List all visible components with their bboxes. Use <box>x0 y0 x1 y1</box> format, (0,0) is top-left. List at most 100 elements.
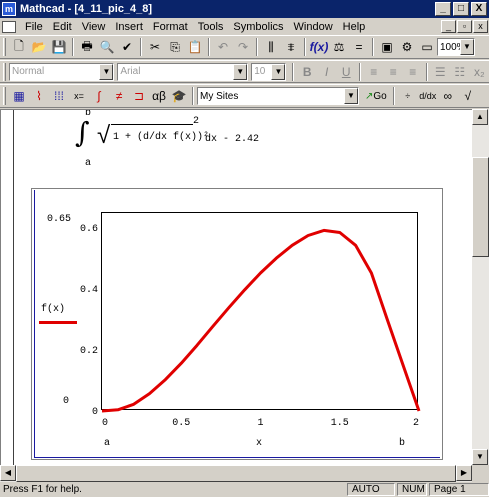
doc-restore-button[interactable]: ▫ <box>457 20 472 33</box>
document-icon[interactable] <box>2 20 16 33</box>
toolbar-grip[interactable] <box>3 62 6 81</box>
bullets-icon[interactable]: ☰ <box>431 62 451 82</box>
boolean-icon[interactable]: ≠ <box>109 86 129 106</box>
underline-button[interactable]: U <box>336 62 356 82</box>
menu-symbolics[interactable]: Symbolics <box>228 21 288 33</box>
doc-close-button[interactable]: x <box>473 20 488 33</box>
style-select[interactable]: Normal ▼ <box>8 62 115 81</box>
status-help-text: Press F1 for help. <box>3 484 82 495</box>
zoom-select[interactable]: 100% ▼ <box>437 38 475 56</box>
greek-icon[interactable]: αβ <box>149 86 169 106</box>
mathcad-app-icon[interactable]: m <box>2 2 16 16</box>
symbolic-icon[interactable]: 🎓 <box>169 86 189 106</box>
vertical-scroll-thumb[interactable] <box>472 157 489 257</box>
margin-ruler <box>13 110 14 465</box>
x-tick-label: 1 <box>257 418 263 429</box>
x-axis-label: x <box>256 438 263 449</box>
integral-tail: dx - 2.42 <box>205 134 260 145</box>
horizontal-scroll-thumb[interactable] <box>16 465 456 482</box>
go-button[interactable]: ↗ Go <box>362 91 390 102</box>
menu-format[interactable]: Format <box>148 21 193 33</box>
menu-view[interactable]: View <box>77 21 111 33</box>
insert-unit-icon[interactable]: ⚖ <box>329 37 349 57</box>
horizontal-scrollbar[interactable]: ◀ ▶ <box>0 465 472 482</box>
chevron-down-icon[interactable]: ▼ <box>99 63 114 80</box>
scroll-down-button[interactable]: ▼ <box>472 449 488 465</box>
scroll-right-button[interactable]: ▶ <box>456 465 472 481</box>
x-tick-label: 0.5 <box>172 418 190 429</box>
calculus-icon[interactable]: ∫ <box>89 86 109 106</box>
undo-icon[interactable]: ↶ <box>213 37 233 57</box>
vertical-scrollbar[interactable]: ▲ ▼ <box>472 109 489 465</box>
y-tick-label: 0.6 <box>80 224 98 235</box>
bold-button[interactable]: B <box>297 62 317 82</box>
worksheet[interactable]: b ∫ a √ 1 + (d/dx f(x))² 2 dx - 2.42 0.6… <box>0 109 472 465</box>
save-icon[interactable]: 💾 <box>49 37 69 57</box>
evaluation-icon[interactable]: x= <box>69 86 89 106</box>
line-chart: 0 0.5 1 1.5 2 0.6 0.4 0.2 0 <box>80 224 421 429</box>
maximize-button[interactable]: □ <box>453 2 469 16</box>
matrix-icon[interactable]: ⁞⁞⁞ <box>49 86 69 106</box>
menu-insert[interactable]: Insert <box>110 21 148 33</box>
italic-button[interactable]: I <box>317 62 337 82</box>
resource-value: My Sites <box>200 90 239 102</box>
menu-edit[interactable]: Edit <box>48 21 77 33</box>
math-toolbar: ▦ ⌇ ⁞⁞⁞ x= ∫ ≠ ⊐ αβ 🎓 My Sites ▼ ↗ Go ÷ … <box>0 84 489 108</box>
scroll-corner <box>472 465 489 482</box>
go-label: Go <box>373 90 387 102</box>
menu-tools[interactable]: Tools <box>193 21 229 33</box>
menu-file[interactable]: File <box>20 21 48 33</box>
open-icon[interactable]: 📂 <box>29 37 49 57</box>
resource-center-icon[interactable]: ⚙ <box>397 37 417 57</box>
cut-icon[interactable]: ✂ <box>145 37 165 57</box>
font-select[interactable]: Arial ▼ <box>117 62 249 81</box>
spellcheck-icon[interactable]: ✔ <box>117 37 137 57</box>
menu-window[interactable]: Window <box>289 21 338 33</box>
resource-select[interactable]: My Sites ▼ <box>197 87 359 105</box>
status-mode: AUTO <box>347 483 395 496</box>
plot-area[interactable]: 0 0.5 1 1.5 2 0.6 0.4 0.2 0 <box>80 212 421 429</box>
insert-component-icon[interactable]: ▣ <box>377 37 397 57</box>
doc-minimize-button[interactable]: _ <box>441 20 456 33</box>
copy-icon[interactable]: ⎘ <box>165 37 185 57</box>
print-icon[interactable]: 🖶 <box>77 37 97 57</box>
numbering-icon[interactable]: ☷ <box>450 62 470 82</box>
align-across-icon[interactable]: ⫼ <box>261 37 281 57</box>
status-bar: Press F1 for help. AUTO NUM Page 1 <box>0 482 489 497</box>
standard-toolbar: 🗋 📂 💾 🖶 🔍 ✔ ✂ ⎘ 📋 ↶ ↷ ⫼ ⩨ f(x) ⚖ = ▣ ⚙ ▭… <box>0 35 489 59</box>
menu-help[interactable]: Help <box>338 21 371 33</box>
arc-length-equation[interactable]: b ∫ a √ 1 + (d/dx f(x))² 2 dx - 2.42 <box>75 110 275 170</box>
new-icon[interactable]: 🗋 <box>9 37 29 57</box>
x-axis-left-limit: a <box>104 438 111 449</box>
square-root-icon[interactable]: √ <box>458 86 478 106</box>
subscript-icon[interactable]: x₂ <box>470 62 489 82</box>
print-preview-icon[interactable]: 🔍 <box>97 37 117 57</box>
toolbar-grip[interactable] <box>3 87 6 105</box>
align-left-icon[interactable]: ≡ <box>364 62 384 82</box>
align-center-icon[interactable]: ≡ <box>383 62 403 82</box>
fraction-icon[interactable]: ÷ <box>398 86 418 106</box>
scroll-left-button[interactable]: ◀ <box>0 465 16 481</box>
calculate-icon[interactable]: = <box>349 37 369 57</box>
derivative-icon[interactable]: d/dx <box>418 86 438 106</box>
scroll-up-button[interactable]: ▲ <box>472 109 488 125</box>
align-right-icon[interactable]: ≡ <box>403 62 423 82</box>
chevron-down-icon[interactable]: ▼ <box>271 63 286 80</box>
align-down-icon[interactable]: ⩨ <box>281 37 301 57</box>
redo-icon[interactable]: ↷ <box>233 37 253 57</box>
chevron-down-icon[interactable]: ▼ <box>233 63 248 80</box>
insert-picture-icon[interactable]: ▭ <box>417 37 437 57</box>
minimize-button[interactable]: _ <box>435 2 451 16</box>
toolbar-grip[interactable] <box>3 38 6 56</box>
close-button[interactable]: X <box>471 2 487 16</box>
paste-icon[interactable]: 📋 <box>185 37 205 57</box>
chevron-down-icon[interactable]: ▼ <box>460 39 474 55</box>
font-size-select[interactable]: 10 ▼ <box>251 62 287 81</box>
chevron-down-icon[interactable]: ▼ <box>344 88 358 104</box>
insert-function-icon[interactable]: f(x) <box>309 37 329 57</box>
graph-icon[interactable]: ⌇ <box>29 86 49 106</box>
status-page: Page 1 <box>429 483 489 496</box>
infinity-icon[interactable]: ∞ <box>438 86 458 106</box>
calculator-icon[interactable]: ▦ <box>9 86 29 106</box>
programming-icon[interactable]: ⊐ <box>129 86 149 106</box>
